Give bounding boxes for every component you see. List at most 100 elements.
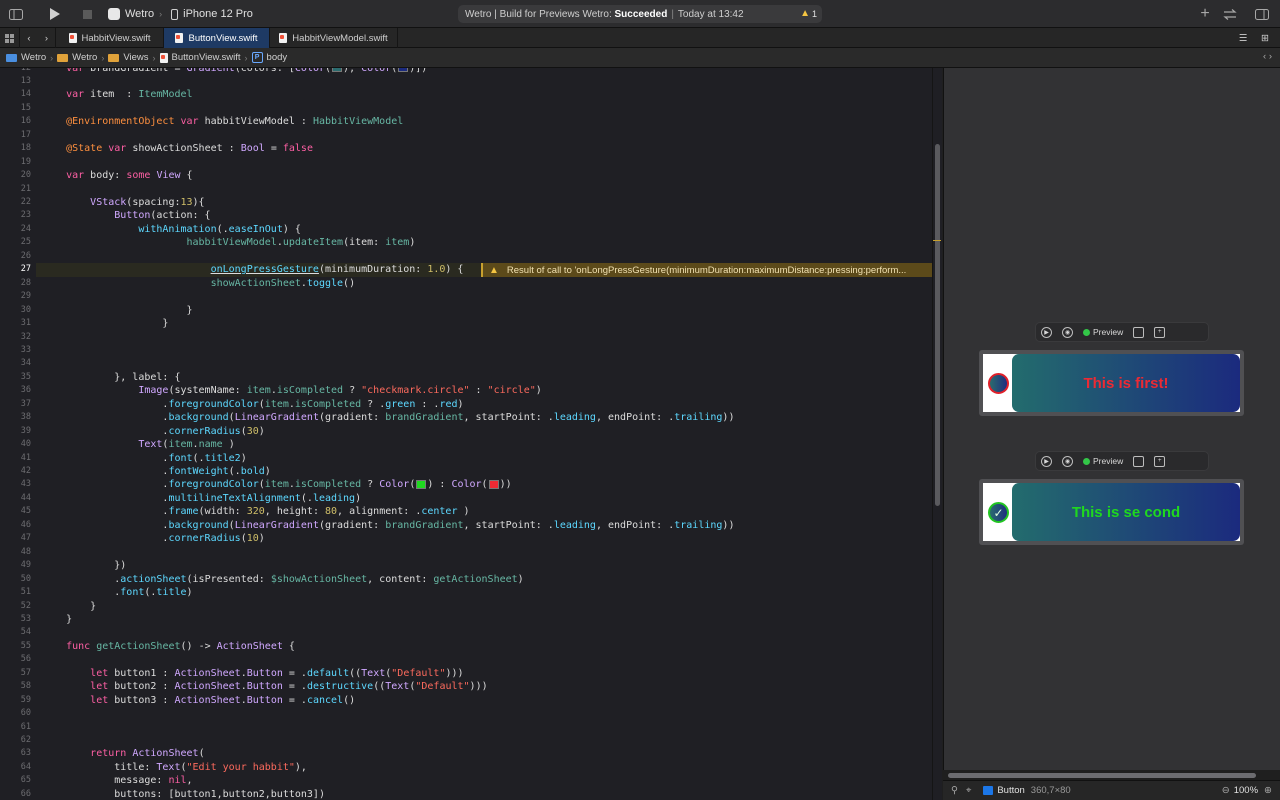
line-number[interactable]: 58 [0,680,31,694]
inline-warning[interactable]: ▲ Result of call to 'onLongPressGesture(… [481,263,932,277]
code-line[interactable]: habbitViewModel.updateItem(item: item) [42,236,416,250]
code-line[interactable]: } [42,613,72,627]
habit-button[interactable]: This is first! [1012,354,1240,412]
selectable-icon[interactable]: ⌖ [966,785,971,796]
inspect-icon[interactable]: ◉ [1062,326,1073,338]
line-number[interactable]: 15 [0,102,31,116]
scheme-selector[interactable]: Wetro › iPhone 12 Pro [108,6,253,22]
code-line[interactable]: VStack(spacing:13){ [42,196,204,210]
line-number[interactable]: 16 [0,115,31,129]
live-preview-icon[interactable]: ▶ [1041,455,1052,467]
line-number[interactable]: 54 [0,626,31,640]
breadcrumb-project[interactable]: Wetro [21,52,46,63]
line-number[interactable]: 38 [0,411,31,425]
code-line[interactable]: withAnimation(.easeInOut) { [42,223,301,237]
line-number[interactable]: 39 [0,425,31,439]
code-line[interactable]: .multilineTextAlignment(.leading) [42,492,361,506]
tab-habbitview[interactable]: HabbitView.swift [56,28,164,48]
breadcrumb-group[interactable]: Wetro [72,52,97,63]
code-line[interactable]: title: Text("Edit your habbit"), [42,761,307,775]
code-line[interactable]: let button3 : ActionSheet.Button = .canc… [42,694,355,708]
code-line[interactable]: .foregroundColor(item.isCompleted ? .gre… [42,398,463,412]
line-number[interactable]: 20 [0,169,31,183]
scrollbar-thumb[interactable] [935,144,940,506]
line-number[interactable]: 61 [0,721,31,735]
canvas-horizontal-scrollbar[interactable] [944,772,1280,780]
code-line[interactable]: onLongPressGesture(minimumDuration: 1.0)… [42,263,464,277]
source-editor[interactable]: 1213141516171819202122232425262728293031… [0,68,932,800]
line-number[interactable]: 21 [0,183,31,197]
code-line[interactable]: }) [42,559,126,573]
preview-frame[interactable]: ✓ This is se cond [979,479,1244,545]
editor-vertical-scrollbar[interactable] [932,68,942,800]
line-number[interactable]: 37 [0,398,31,412]
code-line[interactable]: var item : ItemModel [42,88,192,102]
device-preview-icon[interactable] [1133,326,1145,338]
preview-frame[interactable]: This is first! [979,350,1244,416]
grid-icon[interactable] [0,28,20,48]
line-number[interactable]: 52 [0,600,31,614]
pin-icon[interactable]: ⚲ [951,785,958,796]
duplicate-icon[interactable]: + [1154,326,1166,338]
habit-button[interactable]: This is se cond [1012,483,1240,541]
line-number[interactable]: 60 [0,707,31,721]
code-line[interactable]: .foregroundColor(item.isCompleted ? Colo… [42,478,511,492]
code-line[interactable]: .font(.title) [42,586,192,600]
tab-habbitviewmodel[interactable]: HabbitViewModel.swift [270,28,398,48]
line-number[interactable]: 57 [0,667,31,681]
code-line[interactable]: showActionSheet.toggle() [42,277,356,291]
code-line[interactable]: .cornerRadius(10) [42,532,264,546]
line-number[interactable]: 62 [0,734,31,748]
zoom-out-icon[interactable]: ⊖ [1222,785,1230,796]
stop-icon[interactable] [78,5,96,23]
code-line[interactable]: .font(.title2) [42,452,246,466]
code-line[interactable]: func getActionSheet() -> ActionSheet { [42,640,295,654]
code-line[interactable]: .background(LinearGradient(gradient: bra… [42,411,734,425]
code-line[interactable]: var body: some View { [42,169,192,183]
issue-nav-icon[interactable]: ‹ › [1263,51,1272,62]
add-icon[interactable]: + [1196,5,1214,23]
code-line[interactable]: .fontWeight(.bold) [42,465,270,479]
line-number[interactable]: 41 [0,452,31,466]
line-number[interactable]: 45 [0,505,31,519]
line-number[interactable]: 12 [0,68,31,75]
inspect-icon[interactable]: ◉ [1062,455,1073,467]
code-line[interactable]: let button1 : ActionSheet.Button = .defa… [42,667,463,681]
line-number[interactable]: 56 [0,653,31,667]
line-number[interactable]: 13 [0,75,31,89]
line-number[interactable]: 33 [0,344,31,358]
line-number[interactable]: 31 [0,317,31,331]
sidebar-toggle-icon[interactable] [6,5,26,23]
zoom-level[interactable]: 100% [1234,785,1258,796]
line-number[interactable]: 49 [0,559,31,573]
line-number[interactable]: 47 [0,532,31,546]
line-number[interactable]: 64 [0,761,31,775]
line-number[interactable]: 25 [0,236,31,250]
run-icon[interactable] [44,5,64,23]
line-number[interactable]: 26 [0,250,31,264]
line-number[interactable]: 63 [0,747,31,761]
line-number[interactable]: 55 [0,640,31,654]
breadcrumb-file[interactable]: ButtonView.swift [172,52,241,63]
duplicate-icon[interactable]: + [1154,455,1166,467]
zoom-in-icon[interactable]: ⊕ [1264,785,1272,796]
line-number[interactable]: 23 [0,209,31,223]
code-line[interactable]: } [42,317,168,331]
code-line[interactable]: return ActionSheet( [42,747,204,761]
device-preview-icon[interactable] [1133,455,1145,467]
line-number[interactable]: 34 [0,357,31,371]
code-line[interactable]: let button2 : ActionSheet.Button = .dest… [42,680,487,694]
line-number[interactable]: 32 [0,331,31,345]
inspector-toggle-icon[interactable] [1252,5,1272,23]
code-line[interactable]: .actionSheet(isPresented: $showActionShe… [42,573,523,587]
code-line[interactable]: Button(action: { [42,209,210,223]
line-number[interactable]: 27 [0,263,31,277]
code-line[interactable]: .cornerRadius(30) [42,425,264,439]
code-line[interactable]: } [42,304,192,318]
code-line[interactable]: Text(item.name ) [42,438,234,452]
line-number[interactable]: 43 [0,478,31,492]
code-line[interactable]: @EnvironmentObject var habbitViewModel :… [42,115,403,129]
line-number[interactable]: 22 [0,196,31,210]
preview-canvas[interactable]: ▶ ◉ Preview + This is first! ▶ ◉ Preview… [943,68,1280,778]
code-line[interactable]: var brandGradient = Gradient(colors: [Co… [42,68,427,75]
